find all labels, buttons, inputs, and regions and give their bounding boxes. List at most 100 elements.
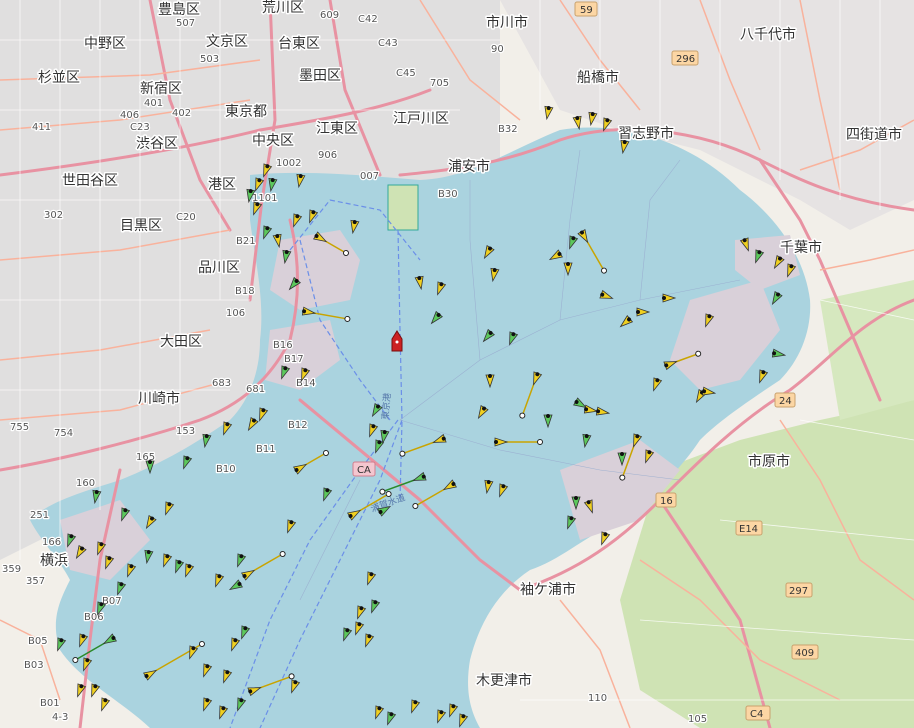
road-shield: 16 [655,492,677,508]
place-label: 世田谷区 [62,173,118,189]
vessel-position-dot [620,452,624,456]
road-ref-label: 609 [320,10,339,21]
road-ref-label: B21 [236,236,256,247]
road-ref-label: 507 [176,18,195,29]
road-ref-label: C42 [358,14,378,25]
place-label: 市川市 [486,14,528,31]
road-ref-label: B01 [40,698,60,709]
road-ref-label: 166 [42,537,61,548]
road-ref-label: 402 [172,108,191,119]
place-label: 習志野市 [618,125,674,142]
svg-text:24: 24 [779,396,792,407]
place-label: 江東区 [316,121,358,137]
place-label: 市原市 [748,453,790,470]
road-ref-label: B17 [284,354,304,365]
road-shield: 296 [671,50,699,66]
svg-text:CA: CA [357,465,371,476]
svg-text:C4: C4 [750,709,763,720]
place-label: 八千代市 [740,26,796,43]
vessel-track-head [537,439,543,445]
vessel-position-dot [546,414,550,418]
road-ref-label: 106 [226,308,245,319]
road-ref-label: 401 [144,98,163,109]
svg-text:296: 296 [676,54,695,65]
place-label: 荒川区 [262,0,304,16]
place-label: 中央区 [252,133,294,149]
map-canvas[interactable]: 豊島区 荒川区 中野区 文京区 台東区 杉並区 新宿区 墨田区 東京都 渋谷区 … [0,0,914,728]
road-shield: 297 [785,582,813,598]
road-ref-label: 411 [32,122,51,133]
place-label: 船橋市 [577,69,619,86]
place-label: 四街道市 [846,126,902,143]
place-label: 千葉市 [780,239,822,256]
place-label: 東京都 [225,104,267,120]
road-ref-label: B10 [216,464,236,475]
place-label: 中野区 [84,36,126,52]
road-ref-label: B12 [288,420,308,431]
place-label: 新宿区 [140,80,182,97]
road-ref-label: 251 [30,510,49,521]
place-label: 大田区 [160,334,202,350]
road-shield: CA [352,461,376,477]
place-label: 港区 [208,177,236,193]
road-ref-label: B16 [273,340,293,351]
road-ref-label: B11 [256,444,276,455]
svg-text:59: 59 [580,5,593,16]
vessel-position-dot [662,296,666,300]
place-label: 品川区 [198,260,240,276]
vessel-position-dot [488,374,492,378]
road-ref-label: 683 [212,378,231,389]
road-ref-label: B14 [296,378,316,389]
road-ref-label: 4-3 [52,712,68,723]
road-ref-label: 90 [491,44,504,55]
road-ref-label: 153 [176,426,195,437]
road-ref-label: 160 [76,478,95,489]
svg-text:E14: E14 [739,524,758,535]
road-ref-label: B30 [438,189,458,200]
road-ref-label: 105 [688,714,707,725]
place-label: 川崎市 [138,390,180,407]
road-ref-label: 503 [200,54,219,65]
road-ref-label: 681 [246,384,265,395]
road-ref-label: B06 [84,612,104,623]
road-shield: 409 [791,644,819,660]
vessel-position-dot [566,262,570,266]
svg-text:297: 297 [789,586,808,597]
place-label: 目黒区 [120,218,162,234]
road-ref-label: 906 [318,150,337,161]
vessel-position-dot [148,460,152,464]
road-shield: 59 [574,1,598,17]
place-label: 袖ケ浦市 [520,581,576,598]
road-shield: C4 [745,705,771,721]
place-label: 渋谷区 [136,136,178,152]
road-ref-label: B32 [498,124,518,135]
place-label: 江戸川区 [393,111,449,127]
road-shield: 24 [774,392,796,408]
place-label: 文京区 [206,34,248,50]
place-label: 豊島区 [158,2,200,18]
place-label: 墨田区 [299,68,341,84]
road-ref-label: 007 [360,171,379,182]
place-label: 杉並区 [38,70,80,86]
road-ref-label: 406 [120,110,139,121]
svg-text:409: 409 [795,648,814,659]
road-ref-label: 705 [430,78,449,89]
road-ref-label: C45 [396,68,416,79]
road-ref-label: B03 [24,660,44,671]
vessel-track-head [344,315,351,322]
road-ref-label: B18 [235,286,255,297]
road-ref-label: C20 [176,212,196,223]
place-label: 横浜 [40,553,68,569]
vessel-position-dot [636,310,640,314]
road-ref-label: 754 [54,428,73,439]
road-ref-label: B05 [28,636,48,647]
road-ref-label: C23 [130,122,150,133]
svg-text:16: 16 [660,496,673,507]
road-ref-label: 302 [44,210,63,221]
road-ref-label: 359 [2,564,21,575]
road-ref-label: 110 [588,693,607,704]
road-ref-label: 755 [10,422,29,433]
vessel-position-dot [494,440,498,444]
place-label: 浦安市 [448,158,490,175]
road-ref-label: 1002 [276,158,301,169]
